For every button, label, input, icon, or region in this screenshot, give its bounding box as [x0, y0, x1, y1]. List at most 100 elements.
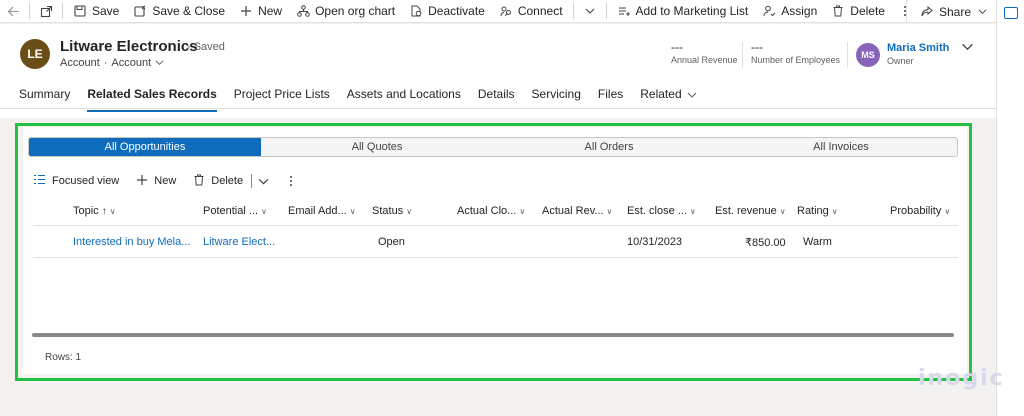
- cell-est-close-date: 10/31/2023: [627, 236, 683, 248]
- annual-revenue-field: --- Annual Revenue: [671, 40, 738, 65]
- chevron-down-icon: ∨: [831, 206, 838, 216]
- chevron-down-icon: ∨: [689, 206, 696, 216]
- column-header-est-close-date[interactable]: Est. close ... ∨: [627, 205, 696, 217]
- open-org-chart-button[interactable]: Open org chart: [289, 0, 402, 23]
- back-button[interactable]: [0, 0, 26, 23]
- column-header-label: Potential ...: [203, 205, 259, 217]
- column-header-label: Rating: [797, 205, 829, 217]
- assign-button[interactable]: Assign: [755, 0, 824, 23]
- owner-label: Owner: [887, 56, 914, 66]
- tab-all-orders[interactable]: All Orders: [493, 138, 725, 156]
- delete-icon: [193, 174, 205, 189]
- new-label: New: [258, 4, 283, 18]
- chevron-down-icon: ∨: [519, 206, 526, 216]
- chevron-down-icon: [975, 5, 989, 19]
- add-to-marketing-list-button[interactable]: Add to Marketing List: [610, 0, 756, 23]
- divider: [62, 3, 63, 19]
- subgrid-delete-label: Delete: [211, 175, 244, 187]
- command-bar: Save Save & Close New Open org chart Dea…: [0, 0, 996, 23]
- form-selector[interactable]: Account: [111, 57, 151, 69]
- chevron-down-icon[interactable]: [155, 58, 164, 69]
- column-header-est-revenue[interactable]: Est. revenue ∨: [715, 205, 786, 217]
- save-and-close-button[interactable]: Save & Close: [126, 0, 232, 23]
- subgrid-new-label: New: [154, 175, 177, 187]
- column-header-email-address[interactable]: Email Add... ∨: [288, 205, 356, 217]
- column-header-potential-customer[interactable]: Potential ... ∨: [203, 205, 267, 217]
- record-title: Litware Electronics: [60, 38, 198, 55]
- deactivate-button[interactable]: Deactivate: [402, 0, 492, 23]
- connect-icon: [499, 4, 513, 18]
- save-close-label: Save & Close: [152, 4, 226, 18]
- chevron-down-icon: ∨: [406, 206, 413, 216]
- divider: [251, 174, 253, 188]
- record-type-switcher: All Opportunities All Quotes All Orders …: [28, 137, 958, 157]
- open-in-window-icon: [39, 4, 53, 18]
- tab-all-invoices[interactable]: All Invoices: [725, 138, 957, 156]
- column-header-probability[interactable]: Probability ∨: [890, 205, 950, 217]
- chat-icon[interactable]: [1004, 7, 1018, 19]
- column-header-topic[interactable]: Topic ↑ ∨: [73, 205, 116, 217]
- connect-button[interactable]: Connect: [492, 0, 570, 23]
- column-header-rating[interactable]: Rating ∨: [797, 205, 838, 217]
- focused-view-label: Focused view: [52, 175, 120, 187]
- share-button[interactable]: Share: [913, 0, 996, 23]
- record-subtitle: Account · Account: [60, 57, 164, 69]
- cell-potential-customer-link[interactable]: Litware Elect...: [203, 236, 275, 248]
- save-button[interactable]: Save: [66, 0, 126, 23]
- table-row[interactable]: Interested in buy Mela... Litware Elect.…: [33, 227, 958, 258]
- chevron-down-icon: [962, 43, 973, 51]
- employees-label: Number of Employees: [751, 55, 841, 65]
- subgrid-delete-button[interactable]: Delete: [193, 174, 243, 189]
- column-header-label: Est. revenue: [715, 205, 777, 217]
- owner-name-link[interactable]: Maria Smith: [887, 42, 949, 54]
- chevron-down-icon: ∨: [944, 206, 951, 216]
- divider: [742, 42, 743, 68]
- delete-button[interactable]: Delete: [824, 0, 892, 23]
- column-header-actual-revenue[interactable]: Actual Rev... ∨: [542, 205, 612, 217]
- column-header-label: Actual Clo...: [457, 205, 517, 217]
- connect-more-chevron[interactable]: [577, 0, 603, 23]
- open-in-new-window-button[interactable]: [33, 0, 59, 23]
- column-header-label: Est. close ...: [627, 205, 687, 217]
- divider: [29, 3, 30, 19]
- saved-status: - Saved: [187, 41, 225, 53]
- divider: [572, 3, 574, 19]
- subgrid-more-commands-button[interactable]: [289, 175, 293, 187]
- cell-rating: Warm: [803, 236, 832, 248]
- annual-revenue-value: ---: [671, 40, 683, 54]
- right-side-pane: [996, 0, 1024, 416]
- subgrid-more-chevron[interactable]: [258, 176, 269, 187]
- rows-count: Rows: 1: [45, 352, 82, 363]
- employees-value: ---: [751, 40, 763, 54]
- tab-all-opportunities[interactable]: All Opportunities: [29, 138, 261, 156]
- plus-icon: [239, 4, 253, 18]
- column-header-actual-close-date[interactable]: Actual Clo... ∨: [457, 205, 525, 217]
- separator-dot: ·: [103, 57, 108, 69]
- column-header-status[interactable]: Status ∨: [372, 205, 412, 217]
- column-header-label: Topic: [73, 205, 99, 217]
- marketing-list-icon: [617, 4, 631, 18]
- cell-topic-link[interactable]: Interested in buy Mela...: [73, 236, 190, 248]
- column-header-label: Actual Rev...: [542, 205, 604, 217]
- subgrid-new-button[interactable]: New: [136, 174, 176, 189]
- focused-view-icon: [33, 174, 46, 188]
- cell-status: Open: [378, 236, 405, 248]
- divider: [605, 3, 607, 19]
- sort-ascending-icon: ↑: [101, 205, 107, 217]
- horizontal-scrollbar[interactable]: [32, 333, 954, 337]
- tab-related-label: Related: [640, 87, 682, 101]
- tab-all-quotes[interactable]: All Quotes: [261, 138, 493, 156]
- share-label: Share: [938, 4, 971, 19]
- column-header-label: Probability: [890, 205, 942, 217]
- tabs-divider: [0, 108, 996, 109]
- share-icon: [920, 5, 934, 19]
- employees-field: --- Number of Employees: [751, 40, 840, 65]
- assign-label: Assign: [781, 4, 818, 18]
- focused-view-button[interactable]: Focused view: [33, 174, 119, 188]
- new-button[interactable]: New: [232, 0, 289, 23]
- delete-label: Delete: [850, 4, 885, 18]
- entity-name: Account: [60, 57, 100, 69]
- chevron-down-icon: ∨: [261, 206, 267, 216]
- expand-header-button[interactable]: [961, 40, 974, 56]
- connect-label: Connect: [517, 4, 563, 18]
